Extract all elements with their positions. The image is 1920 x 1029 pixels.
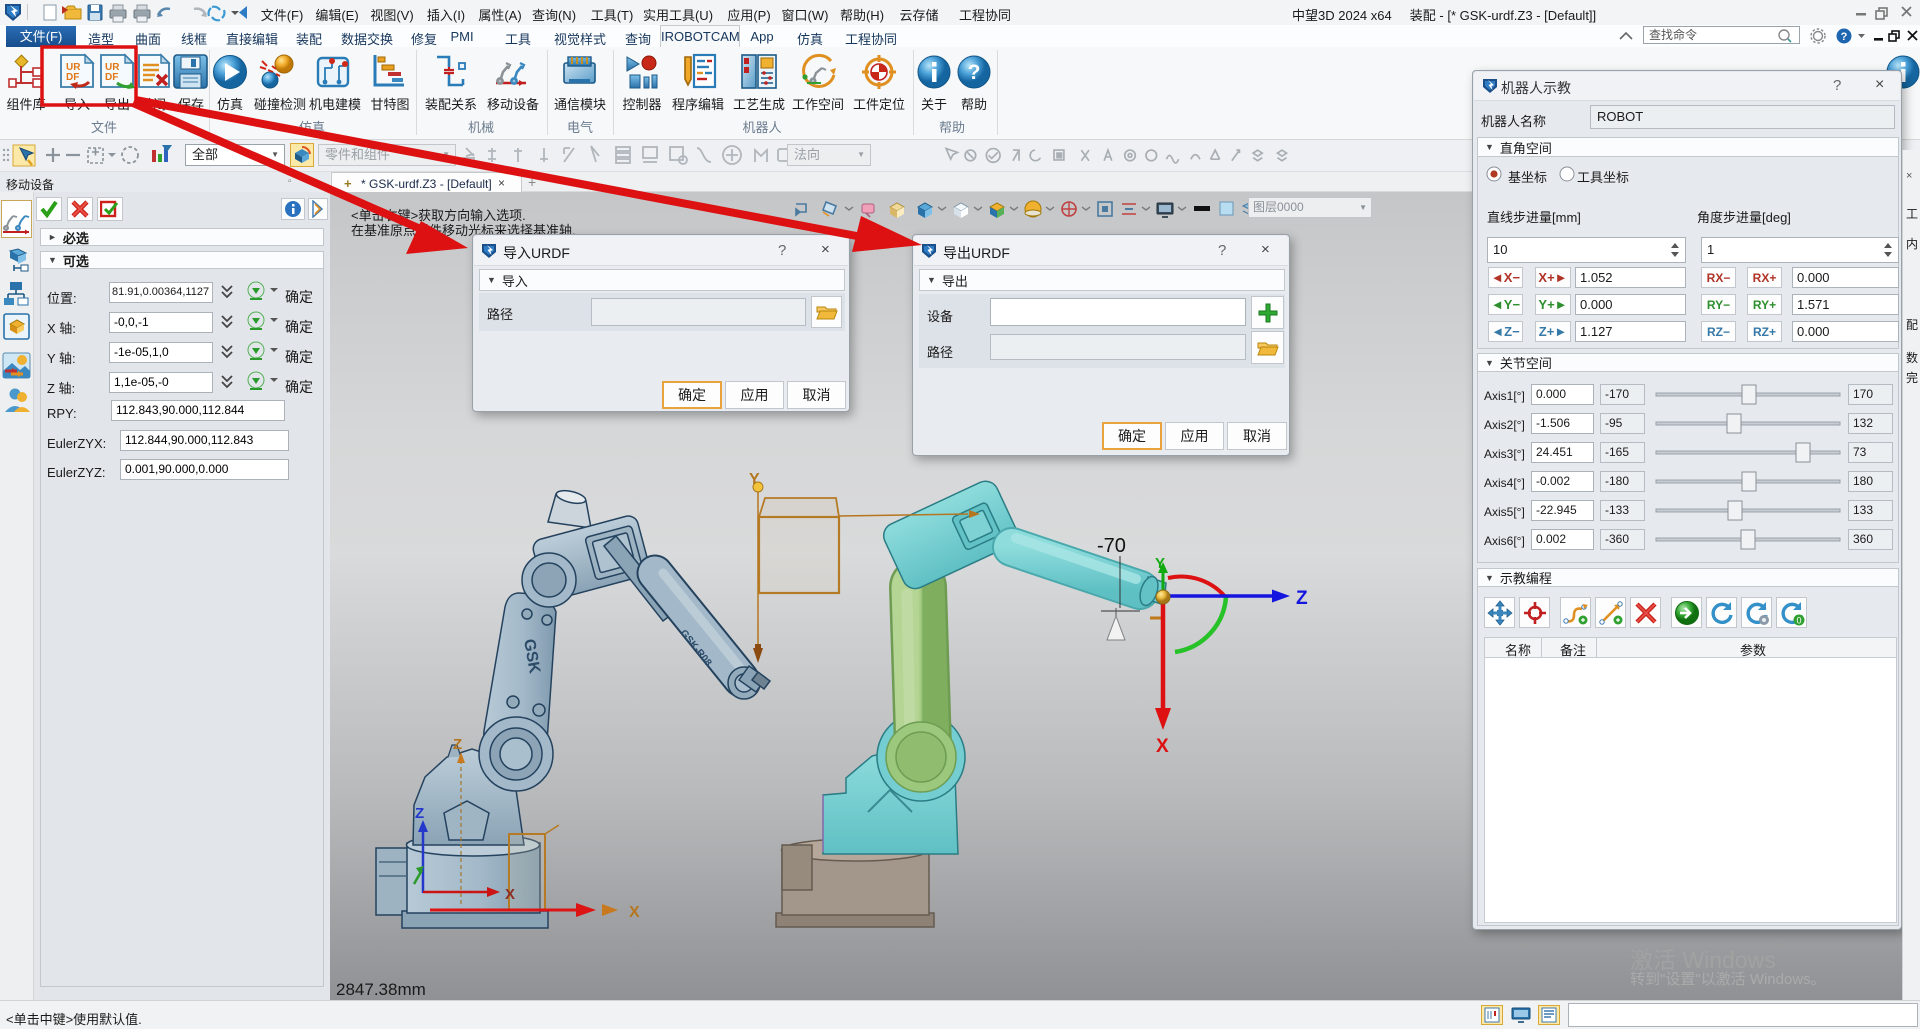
svg-text:X: X	[1156, 736, 1169, 757]
svg-text:X: X	[505, 886, 515, 903]
svg-text:Z: Z	[415, 805, 424, 822]
svg-text:DF: DF	[66, 72, 79, 83]
svg-text:0: 0	[1796, 615, 1801, 625]
svg-text:?: ?	[968, 61, 981, 84]
svg-text:X: X	[629, 904, 640, 921]
svg-text:Z: Z	[1296, 588, 1308, 609]
svg-text:Z: Z	[453, 736, 462, 753]
svg-text:?: ?	[1841, 31, 1848, 43]
svg-text:DF: DF	[105, 72, 118, 83]
svg-text:-70: -70	[1097, 535, 1126, 557]
svg-text:Y: Y	[1155, 555, 1165, 572]
